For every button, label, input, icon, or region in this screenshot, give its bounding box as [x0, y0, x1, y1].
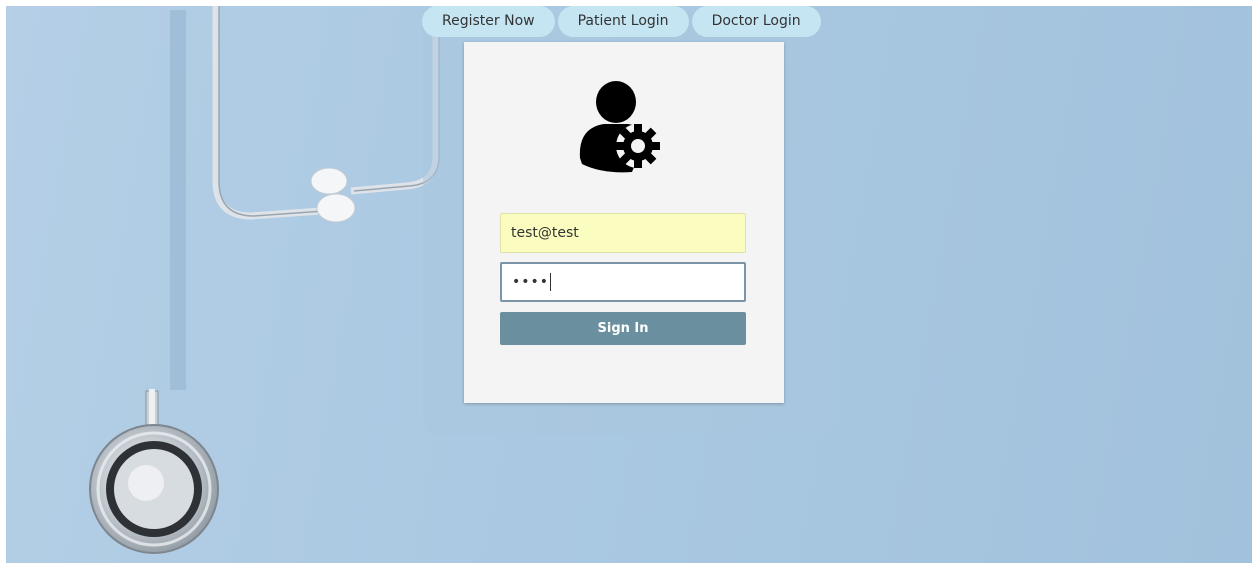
email-value: test@test — [511, 225, 579, 241]
tab-doctor-login[interactable]: Doctor Login — [691, 6, 821, 37]
sign-in-button[interactable]: Sign In — [500, 312, 746, 345]
login-card: test@test •••• Sign In — [464, 42, 784, 403]
password-field[interactable]: •••• — [500, 262, 746, 302]
tab-patient-login[interactable]: Patient Login — [557, 6, 689, 37]
text-caret — [550, 273, 552, 291]
tab-register-now[interactable]: Register Now — [422, 6, 555, 37]
user-gear-icon — [579, 81, 660, 173]
email-field[interactable]: test@test — [500, 213, 746, 253]
password-mask: •••• — [512, 274, 550, 290]
login-tab-bar: Register Now Patient Login Doctor Login — [422, 6, 824, 38]
